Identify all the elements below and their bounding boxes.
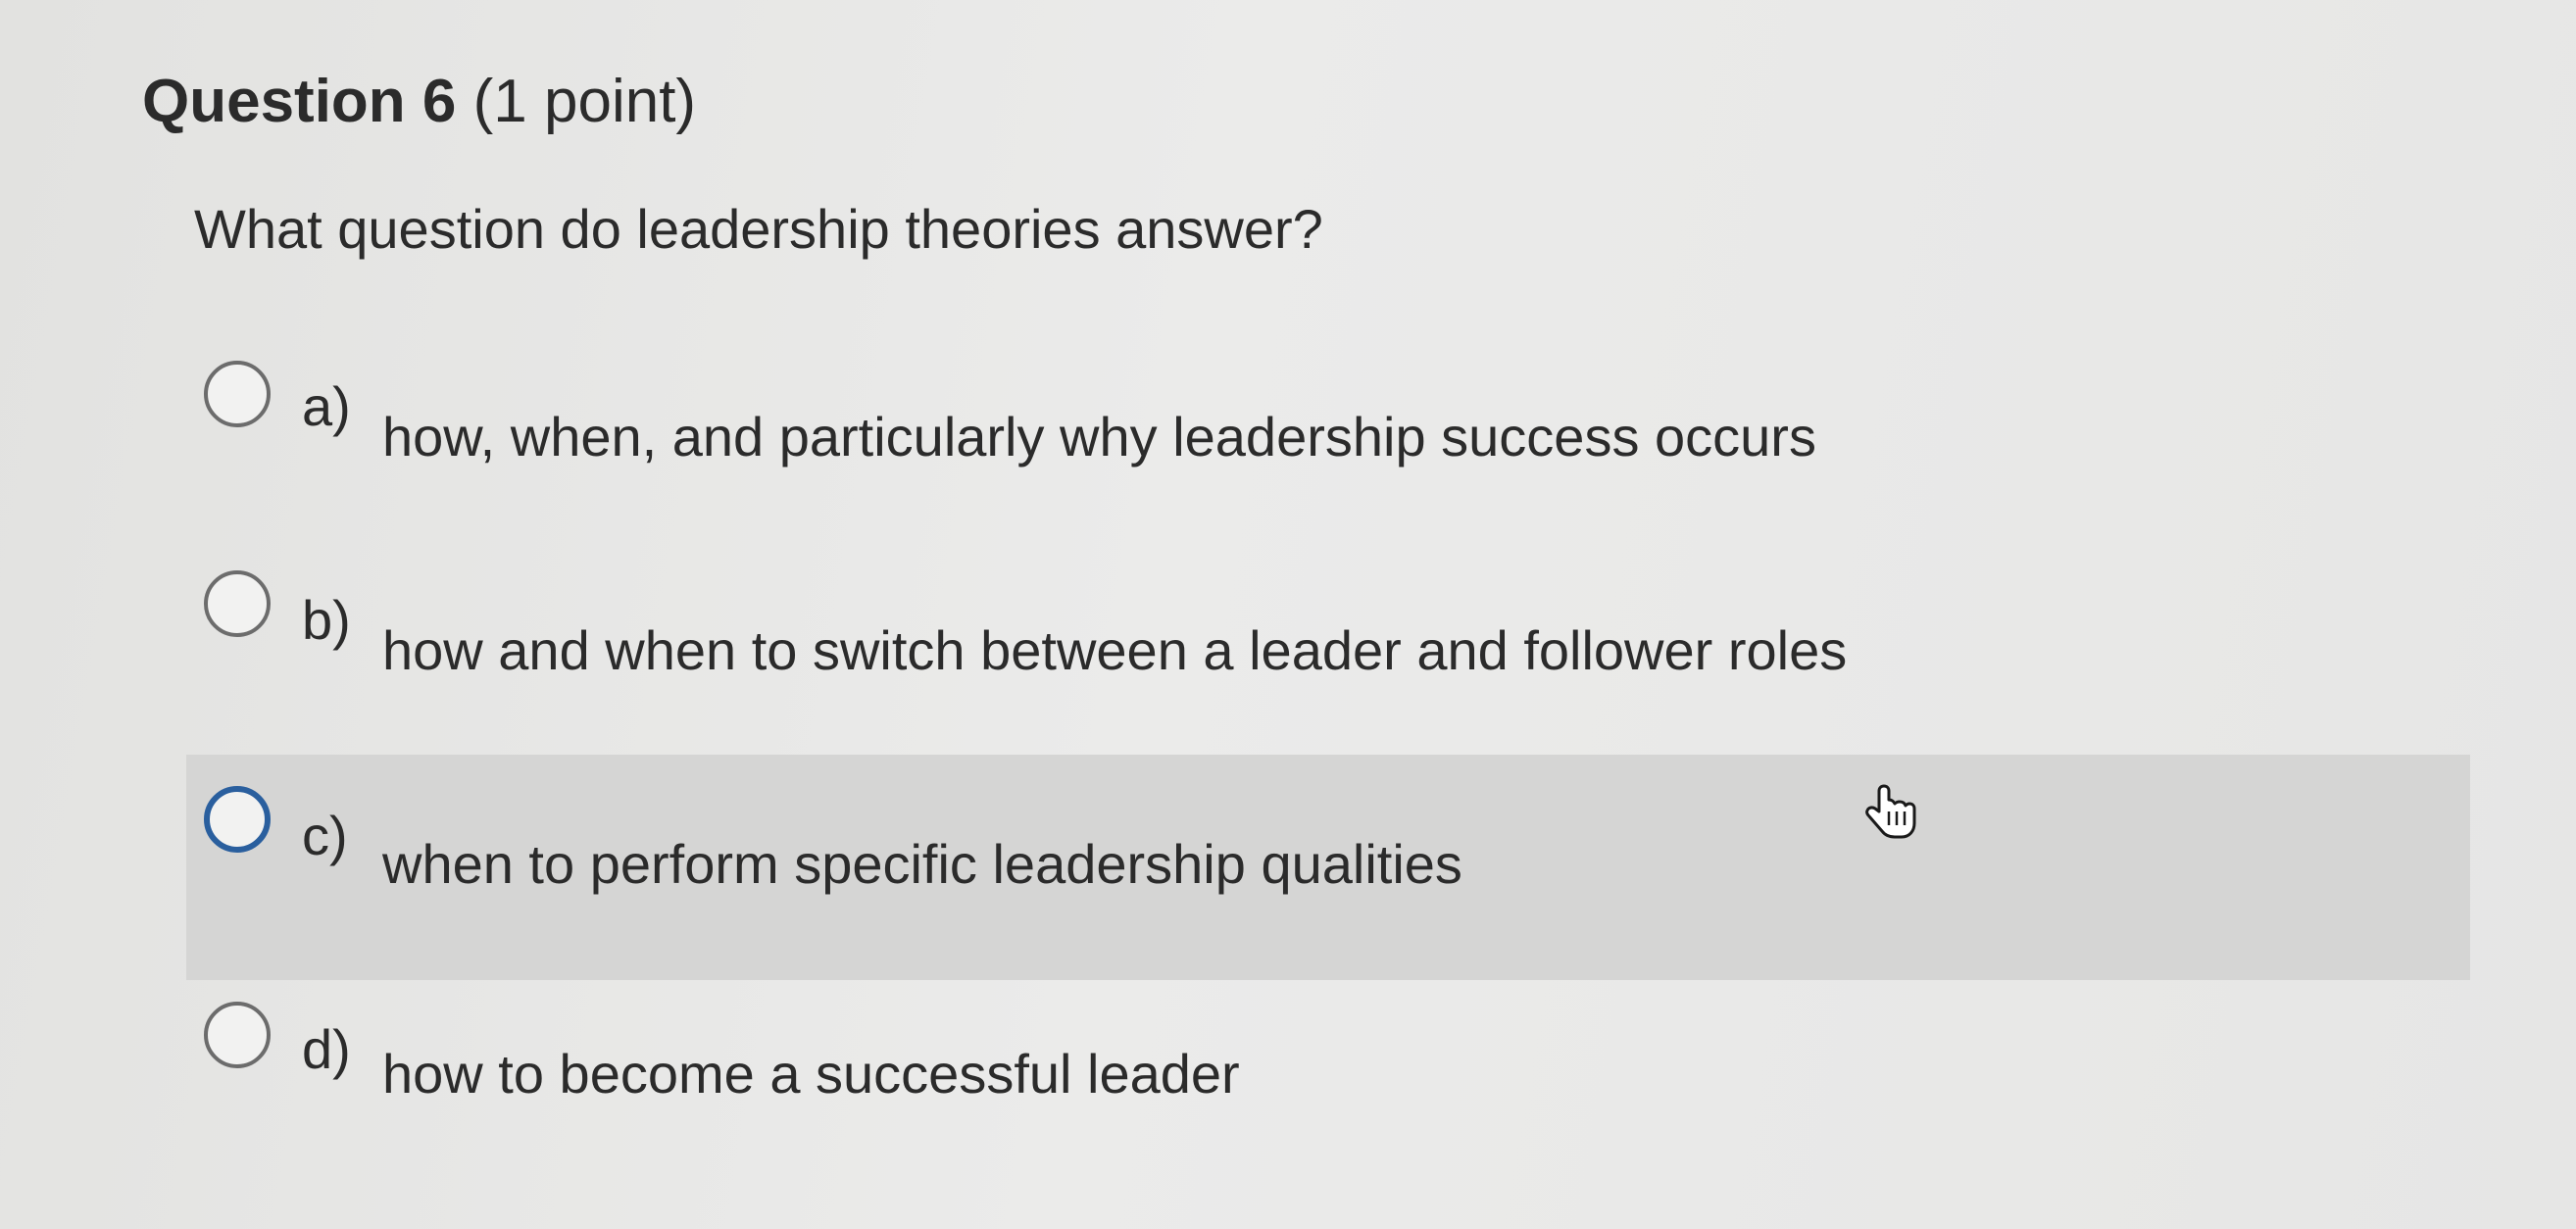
- answer-option-c[interactable]: c) when to perform specific leadership q…: [186, 755, 2470, 980]
- radio-button-icon[interactable]: [204, 361, 271, 427]
- option-letter: a): [302, 375, 351, 437]
- radio-button-icon[interactable]: [204, 1002, 271, 1068]
- question-points: (1 point): [472, 68, 697, 135]
- option-text: when to perform specific leadership qual…: [382, 833, 1462, 895]
- option-text: how and when to switch between a leader …: [382, 619, 1848, 681]
- option-letter: b): [302, 589, 351, 651]
- option-text: how, when, and particularly why leadersh…: [382, 406, 1816, 467]
- option-text: how to become a successful leader: [382, 1043, 1240, 1105]
- radio-button-icon[interactable]: [204, 786, 271, 853]
- answer-option-d[interactable]: d) how to become a successful leader: [186, 980, 2470, 1196]
- question-number: Question 6: [142, 68, 457, 135]
- quiz-page: Question 6 (1 point) What question do le…: [0, 0, 2576, 1229]
- question-heading: Question 6 (1 point): [142, 61, 696, 143]
- option-letter: d): [302, 1018, 351, 1080]
- answer-option-b[interactable]: b) how and when to switch between a lead…: [186, 529, 2470, 745]
- hand-pointer-cursor-icon: [1865, 784, 1916, 839]
- question-prompt: What question do leadership theories ans…: [194, 198, 1323, 260]
- radio-button-icon[interactable]: [204, 570, 271, 637]
- answer-option-a[interactable]: a) how, when, and particularly why leade…: [186, 314, 2470, 529]
- option-letter: c): [302, 805, 348, 866]
